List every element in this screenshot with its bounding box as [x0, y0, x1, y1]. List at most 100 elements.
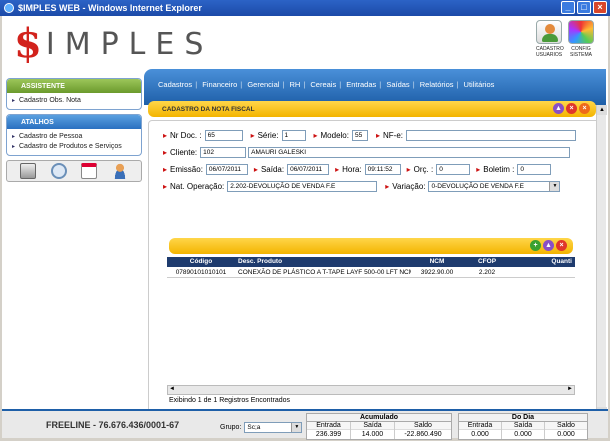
- sidebar-item-cadastro-obs-nota[interactable]: Cadastro Obs. Nota: [11, 96, 137, 106]
- hora-input[interactable]: 09:11:52: [364, 164, 401, 175]
- minimize-button[interactable]: _: [561, 1, 575, 14]
- edit-item-button[interactable]: ▲: [543, 240, 554, 251]
- acumulado-saida-label: Saída: [351, 422, 394, 430]
- nav-cadastros[interactable]: Cadastros: [158, 80, 192, 89]
- bullet-icon: ▸: [253, 165, 258, 174]
- serie-input[interactable]: 1: [281, 130, 306, 141]
- table-horizontal-scrollbar[interactable]: [167, 385, 575, 395]
- nota-fiscal-form: ▸ Nr Doc. : 65 ▸ Série: 1 ▸ Modelo: 55 ▸…: [148, 120, 600, 418]
- grupo-select[interactable]: Sc;a: [244, 422, 303, 433]
- atalhos-title: ATALHOS: [7, 115, 141, 129]
- nav-financeiro[interactable]: Financeiro: [202, 80, 237, 89]
- logo-text: IMPLES: [45, 26, 214, 62]
- cell-cfop: 2.202: [478, 269, 496, 276]
- nav-cereais[interactable]: Cereais: [310, 80, 336, 89]
- content-title-bar: CADASTRO DA NOTA FISCAL ▲ × ×: [148, 101, 596, 117]
- boletim-input[interactable]: 0: [517, 164, 552, 175]
- scroll-up-icon[interactable]: ▲: [597, 105, 607, 115]
- sidebar-item-cadastro-pessoa[interactable]: Cadastro de Pessoa: [11, 132, 137, 142]
- remove-item-button[interactable]: ×: [556, 240, 567, 251]
- bullet-icon: ▸: [163, 182, 168, 191]
- cell-quantidade: [511, 267, 575, 277]
- maximize-button[interactable]: □: [577, 1, 591, 14]
- search-icon[interactable]: [50, 163, 67, 179]
- modelo-input[interactable]: 55: [351, 130, 368, 141]
- saida-input[interactable]: 06/07/2011: [287, 164, 330, 175]
- nfe-label: NF-e:: [383, 131, 403, 140]
- cliente-name-input[interactable]: AMAURI GALESKI: [248, 147, 571, 158]
- nav-saidas[interactable]: Saídas: [386, 80, 409, 89]
- col-ncm[interactable]: NCM: [411, 257, 463, 267]
- acumulado-entrada-value: 236.399: [315, 431, 342, 438]
- col-desc-produto[interactable]: Desc. Produto: [235, 257, 411, 267]
- nat-operacao-input[interactable]: 2.202-DEVOLUÇÃO DE VENDA F.E: [227, 181, 378, 192]
- col-quantidade[interactable]: Quanti: [511, 257, 575, 267]
- do-dia-saldo-label: Saldo: [545, 422, 587, 430]
- tools-toolbar: [6, 160, 142, 182]
- logo: $ IMPLES: [14, 24, 213, 64]
- close-window-button[interactable]: ×: [593, 1, 607, 14]
- col-codigo[interactable]: Código: [167, 257, 235, 267]
- config-sistema-label-2: SISTEMA: [570, 52, 592, 58]
- do-dia-saldo-value: 0.000: [557, 431, 575, 438]
- window-title: $IMPLES WEB - Windows Internet Explorer: [18, 3, 202, 13]
- cancel-button[interactable]: ×: [579, 103, 590, 114]
- emissao-label: Emissão:: [170, 165, 203, 174]
- cadastro-usuarios-label-2: USUARIOS: [536, 52, 563, 58]
- do-dia-saida-label: Saída: [502, 422, 544, 430]
- nfe-input[interactable]: [406, 130, 576, 141]
- calculator-icon[interactable]: [20, 163, 37, 179]
- nav-gerencial[interactable]: Gerencial: [247, 80, 279, 89]
- main-nav: Cadastros | Financeiro | Gerencial | RH | Ce…: [144, 69, 606, 105]
- acumulado-entrada-label: Entrada: [307, 422, 350, 430]
- person-icon[interactable]: [111, 163, 128, 179]
- assistente-title: ASSISTENTE: [7, 79, 141, 93]
- variacao-label: Variação:: [392, 182, 426, 191]
- sidebar-item-cadastro-produtos[interactable]: Cadastro de Produtos e Serviços: [11, 142, 137, 152]
- table-row[interactable]: 07890101010101 CONEXÃO DE PLÁSTICO A T-T…: [167, 267, 575, 278]
- table-body: 07890101010101 CONEXÃO DE PLÁSTICO A T-T…: [167, 267, 575, 385]
- cell-desc-produto: CONEXÃO DE PLÁSTICO A T-TAPE LAYF 500-00…: [238, 269, 411, 276]
- add-item-button[interactable]: +: [530, 240, 541, 251]
- config-icon: [568, 20, 594, 44]
- cadastro-usuarios-button[interactable]: CADASTRO USUARIOS: [536, 20, 564, 58]
- close-form-button[interactable]: ×: [566, 103, 577, 114]
- assistente-panel: ASSISTENTE Cadastro Obs. Nota: [6, 78, 142, 110]
- col-cfop[interactable]: CFOP: [463, 257, 511, 267]
- orc-input[interactable]: 0: [436, 164, 471, 175]
- acumulado-saldo-value: -22.860.490: [404, 431, 442, 438]
- nr-doc-label: Nr Doc. :: [170, 131, 202, 140]
- config-sistema-button[interactable]: CONFIG SISTEMA: [568, 20, 594, 58]
- atalhos-panel: ATALHOS Cadastro de Pessoa Cadastro de P…: [6, 114, 142, 156]
- serie-label: Série:: [257, 131, 279, 140]
- variacao-select[interactable]: 0-DEVOLUÇÃO DE VENDA F.E: [428, 181, 561, 192]
- up-arrow-button[interactable]: ▲: [553, 103, 564, 114]
- bullet-icon: ▸: [375, 131, 380, 140]
- bullet-icon: ▸: [313, 131, 318, 140]
- acumulado-summary: Acumulado Entrada 236.399 Saída 14.000 S…: [306, 413, 452, 440]
- calendar-icon[interactable]: [81, 163, 98, 179]
- emissao-input[interactable]: 06/07/2011: [205, 164, 248, 175]
- nav-rh[interactable]: RH: [289, 80, 300, 89]
- bullet-icon: ▸: [406, 165, 411, 174]
- table-header: Código Desc. Produto NCM CFOP Quanti: [167, 257, 575, 267]
- items-title-bar: + ▲ ×: [169, 238, 573, 254]
- sidebar: ASSISTENTE Cadastro Obs. Nota ATALHOS Ca…: [6, 78, 142, 182]
- nav-entradas[interactable]: Entradas: [346, 80, 376, 89]
- cliente-code-input[interactable]: 102: [200, 147, 247, 158]
- bullet-icon: ▸: [335, 165, 340, 174]
- records-count: Exibindo 1 de 1 Registros Encontrados: [169, 397, 291, 404]
- nav-relatorios[interactable]: Relatórios: [420, 80, 454, 89]
- ie-icon: [4, 3, 14, 13]
- acumulado-saida-value: 14.000: [361, 431, 384, 438]
- nr-doc-input[interactable]: 65: [204, 130, 243, 141]
- orc-label: Orç. :: [413, 165, 434, 174]
- nav-utilitarios[interactable]: Utilitários: [464, 80, 495, 89]
- hora-label: Hora:: [342, 165, 362, 174]
- app-frame: $ IMPLES CADASTRO USUARIOS CONFIG SISTEM…: [2, 16, 608, 440]
- saida-label: Saída:: [260, 165, 285, 174]
- logo-dollar-icon: $: [14, 20, 42, 67]
- vertical-scrollbar[interactable]: ▲ ▼: [596, 105, 607, 417]
- acumulado-title: Acumulado: [307, 414, 451, 422]
- bullet-icon: ▸: [163, 165, 168, 174]
